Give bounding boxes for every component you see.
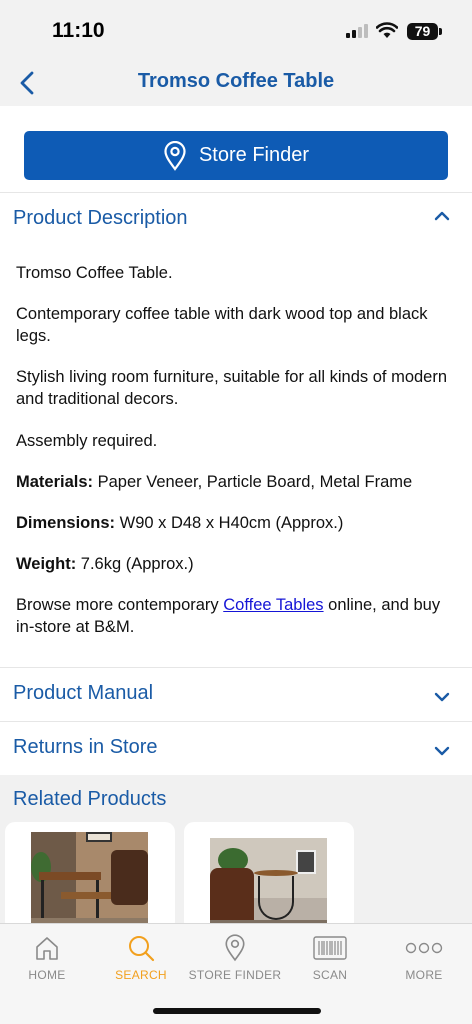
barcode-icon [313, 936, 347, 960]
store-finder-label: Store Finder [198, 144, 310, 166]
dimensions-line: Dimensions: W90 x D48 x H40cm (Approx.) [16, 512, 460, 534]
store-finder-button[interactable]: Store Finder [24, 131, 448, 180]
dimensions-value: W90 x D48 x H40cm (Approx.) [119, 514, 344, 532]
product-description-header[interactable]: Product Description [0, 193, 472, 245]
weight-line: Weight: 7.6kg (Approx.) [16, 553, 460, 575]
home-icon [36, 937, 58, 960]
tab-store-finder-label: STORE FINDER [188, 968, 282, 982]
signal-icon [346, 24, 370, 38]
browse-text: Browse more contemporary [16, 596, 224, 614]
description-paragraph: Tromso Coffee Table. [16, 264, 173, 282]
product-description-title: Product Description [13, 207, 188, 229]
tab-scan-label: SCAN [312, 968, 348, 982]
description-paragraph: Stylish living room furniture, suitable … [16, 368, 448, 408]
home-indicator [153, 1008, 321, 1014]
status-bar: 11:10 79 [0, 0, 472, 62]
battery-icon: 79 [407, 23, 442, 40]
description-paragraph: Contemporary coffee table with dark wood… [16, 305, 428, 345]
chevron-down-icon [434, 692, 450, 702]
weight-value: 7.6kg (Approx.) [80, 555, 194, 573]
tab-more[interactable]: MORE [377, 932, 471, 982]
wifi-icon [376, 22, 398, 38]
location-pin-icon [225, 934, 245, 962]
product-image [31, 832, 148, 932]
coffee-tables-link[interactable]: Coffee Tables [223, 596, 323, 614]
product-manual-title: Product Manual [13, 682, 154, 704]
related-product-card[interactable] [5, 822, 175, 932]
tab-more-label: MORE [405, 968, 443, 982]
status-time: 11:10 [52, 19, 105, 42]
related-products-section: Related Products [0, 775, 472, 932]
related-product-card[interactable] [184, 822, 354, 932]
dimensions-label: Dimensions: [16, 514, 116, 532]
materials-label: Materials: [16, 473, 94, 491]
weight-label: Weight: [16, 555, 77, 573]
tab-search[interactable]: SEARCH [94, 932, 188, 982]
chevron-up-icon [434, 211, 450, 221]
tab-scan[interactable]: SCAN [283, 932, 377, 982]
browse-paragraph: Browse more contemporary Coffee Tables o… [16, 594, 460, 638]
page-title: Tromso Coffee Table [137, 70, 335, 92]
more-icon [405, 942, 443, 954]
materials-value: Paper Veneer, Particle Board, Metal Fram… [97, 473, 413, 491]
tab-home[interactable]: HOME [0, 932, 94, 982]
returns-header[interactable]: Returns in Store [0, 722, 472, 774]
search-icon [129, 936, 155, 962]
description-paragraph: Assembly required. [16, 432, 158, 450]
materials-line: Materials: Paper Veneer, Particle Board,… [16, 471, 460, 493]
product-image [210, 838, 327, 932]
location-pin-icon [164, 140, 186, 171]
tab-store-finder[interactable]: STORE FINDER [188, 932, 282, 982]
nav-header: Tromso Coffee Table [0, 62, 472, 106]
product-manual-header[interactable]: Product Manual [0, 668, 472, 720]
tab-search-label: SEARCH [115, 968, 167, 982]
chevron-down-icon [434, 746, 450, 756]
returns-title: Returns in Store [13, 736, 158, 758]
related-products-title: Related Products [13, 788, 167, 810]
tab-home-label: HOME [28, 968, 66, 982]
